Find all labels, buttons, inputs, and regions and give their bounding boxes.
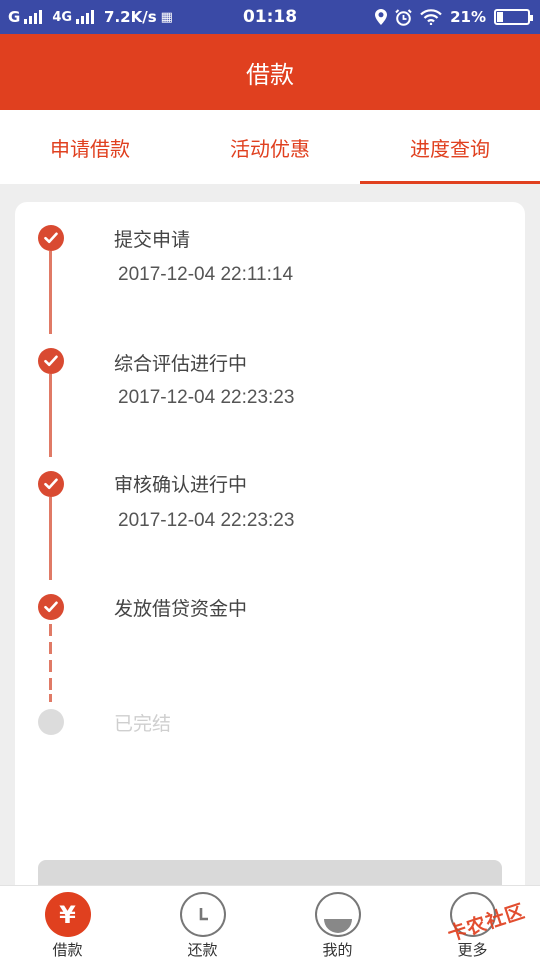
pending-dot-icon: [38, 709, 64, 735]
check-icon: [38, 471, 64, 497]
timeline-dash: [49, 624, 52, 636]
step-time: 2017-12-04 22:11:14: [118, 264, 294, 285]
yuan-icon: ¥: [44, 892, 91, 937]
timeline-dash: [49, 642, 52, 654]
step-title: 发放借贷资金中: [114, 598, 248, 620]
nav-item-repay[interactable]: 还款: [135, 886, 270, 960]
app-bar: 借款: [0, 34, 540, 110]
timeline-dash: [49, 660, 52, 672]
nav-label: 借款: [52, 941, 83, 959]
step-title: 已完结: [114, 713, 172, 735]
tab-progress[interactable]: 进度查询: [360, 110, 540, 184]
progress-card: [15, 202, 525, 902]
tab-label: 申请借款: [50, 136, 130, 161]
battery-icon: [494, 9, 533, 25]
nav-item-mine[interactable]: 我的: [270, 886, 405, 960]
battery-fill: [497, 12, 504, 22]
step-time: 2017-12-04 22:23:23: [118, 510, 295, 531]
check-icon: [38, 225, 64, 251]
timeline-line: [49, 374, 52, 457]
timeline-line: [49, 251, 52, 334]
status-right: 21%: [375, 8, 533, 26]
clock-icon: [179, 892, 226, 937]
profile-icon: [314, 892, 361, 937]
nav-item-loan[interactable]: ¥ 借款: [0, 886, 135, 960]
tab-apply-loan[interactable]: 申请借款: [0, 110, 180, 184]
tab-label: 活动优惠: [230, 136, 310, 161]
check-icon: [38, 594, 64, 620]
alarm-icon: [395, 8, 412, 26]
nav-label: 我的: [322, 941, 353, 959]
location-icon: [375, 9, 388, 25]
page-title: 借款: [246, 60, 294, 89]
timeline-line: [49, 497, 52, 580]
wifi-icon: [420, 9, 442, 25]
step-time: 2017-12-04 22:23:23: [118, 387, 295, 408]
status-bar: G 4G 7.2K/s ▦ 01:18 21%: [0, 0, 540, 34]
step-title: 综合评估进行中: [114, 353, 248, 375]
step-title: 审核确认进行中: [114, 474, 248, 496]
nav-label: 还款: [187, 941, 218, 959]
step-title: 提交申请: [114, 229, 191, 251]
tab-bar: 申请借款 活动优惠 进度查询: [0, 110, 540, 184]
battery-percent: 21%: [450, 8, 486, 26]
yuan-glyph: ¥: [59, 900, 76, 929]
tab-promotions[interactable]: 活动优惠: [180, 110, 360, 184]
check-icon: [38, 348, 64, 374]
tab-label: 进度查询: [410, 136, 490, 161]
timeline-dash: [49, 678, 52, 690]
timeline-dash: [49, 694, 52, 702]
